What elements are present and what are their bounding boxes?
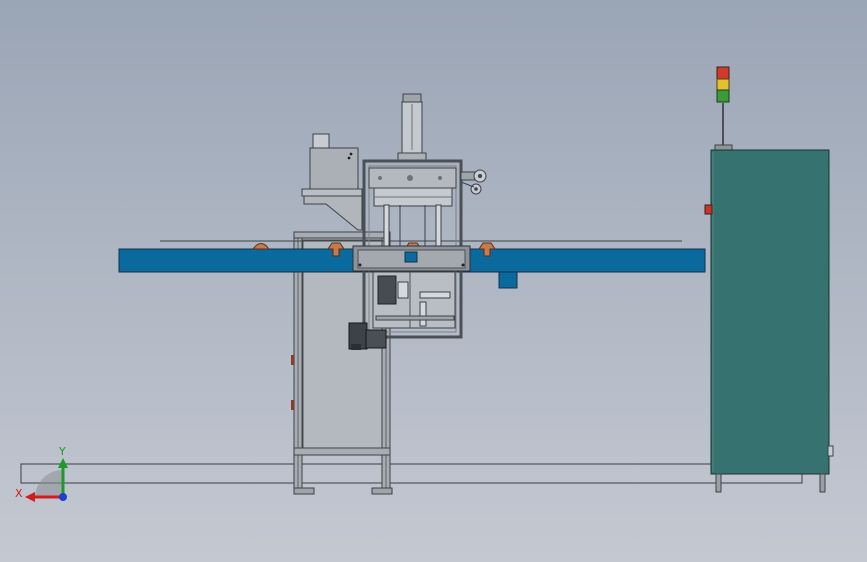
guide-rod-left: [383, 204, 390, 251]
y-axis-label: Y: [58, 445, 66, 458]
dosing-bracket: [303, 195, 363, 231]
conveyor-drop-bracket: [498, 271, 518, 289]
coordinate-triad: X Y: [15, 445, 68, 502]
electrical-cabinet[interactable]: [704, 66, 834, 493]
machine-assembly-drawing[interactable]: X Y: [0, 0, 867, 562]
carrier-nozzle-1: [252, 243, 270, 250]
stand-crossbar-top: [293, 231, 391, 239]
stand-foot-right: [371, 487, 393, 495]
ground-plane: [20, 463, 803, 484]
guide-rod-right: [435, 204, 442, 251]
cabinet-foot-right: [819, 473, 826, 493]
signal-light-red: [716, 66, 730, 80]
z-axis-dot: [59, 493, 67, 501]
adjustment-handwheel[interactable]: [460, 169, 487, 195]
cad-graphics-viewport[interactable]: X Y: [0, 0, 867, 562]
signal-light-green: [716, 89, 730, 103]
emergency-stop[interactable]: [704, 204, 713, 215]
triad-plane-shading: [35, 470, 63, 497]
press-actuator-head: [402, 93, 422, 103]
dosing-unit[interactable]: [301, 133, 363, 231]
cabinet-foot-left: [715, 473, 722, 493]
cabinet-body: [710, 149, 830, 475]
signal-light-tower: [714, 66, 733, 151]
stand-foot-left: [293, 487, 315, 495]
signal-light-yellow: [716, 78, 730, 91]
stand-crossbar-bottom: [293, 447, 391, 456]
cabinet-handle[interactable]: [827, 445, 834, 457]
x-axis-label: X: [15, 487, 23, 500]
